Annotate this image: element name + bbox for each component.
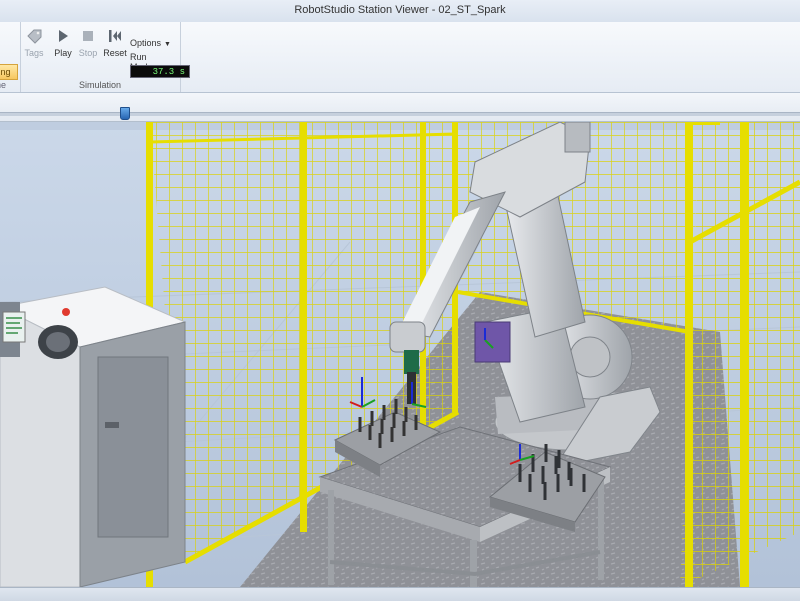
- ribbon-group-left: ting ne: [0, 22, 21, 92]
- tag-icon: [27, 29, 42, 44]
- status-bar: [0, 587, 800, 601]
- simulation-group-caption: Simulation: [78, 80, 122, 90]
- ribbon: ting ne Tags Play Stop: [0, 22, 800, 93]
- options-label: Options: [130, 38, 162, 48]
- station-scene: [0, 122, 800, 587]
- play-label: Play: [54, 48, 72, 58]
- stop-label: Stop: [78, 48, 98, 58]
- safety-fence-right: [680, 122, 800, 587]
- timeline-slider-thumb[interactable]: [120, 107, 130, 120]
- play-icon: [59, 30, 68, 42]
- simulation-time-value: 37.3 s: [152, 67, 185, 77]
- timeline-bar: [0, 93, 800, 122]
- reset-label: Reset: [103, 48, 127, 58]
- left-group-caption: ne: [0, 80, 7, 90]
- play-button[interactable]: Play: [49, 28, 77, 58]
- reset-icon: [109, 30, 121, 42]
- stop-button[interactable]: Stop: [74, 28, 102, 58]
- simulation-group: Tags Play Stop Reset Options ▼ Run 37.3 …: [20, 22, 190, 92]
- simulation-time-display: 37.3 s: [130, 65, 190, 78]
- options-dropdown[interactable]: Options ▼: [130, 38, 171, 48]
- stop-icon: [83, 31, 93, 41]
- chevron-down-icon: ▼: [164, 41, 171, 48]
- reset-button[interactable]: Reset: [101, 28, 129, 58]
- 3d-viewport[interactable]: [0, 122, 800, 587]
- tags-label: Tags: [24, 48, 44, 58]
- robot-controller-cabinet: [0, 286, 187, 587]
- window-title: RobotStudio Station Viewer - 02_ST_Spark: [294, 4, 506, 16]
- window-titlebar: RobotStudio Station Viewer - 02_ST_Spark: [0, 0, 800, 23]
- active-mode-button[interactable]: ting: [0, 64, 18, 80]
- tags-button[interactable]: Tags: [20, 28, 48, 58]
